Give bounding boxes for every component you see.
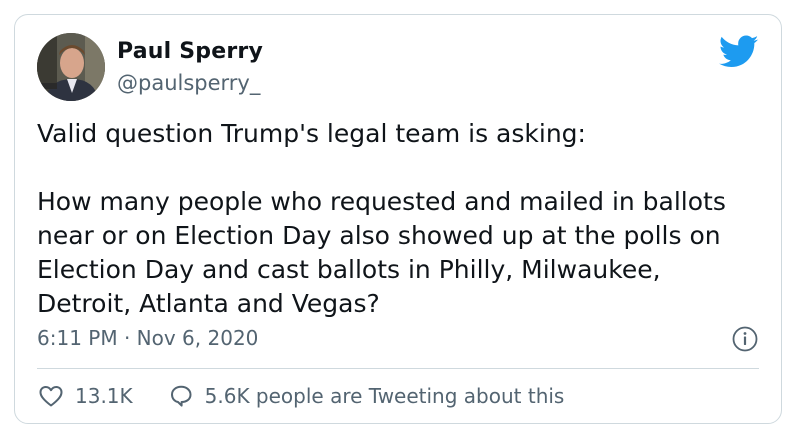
tweet-timestamp[interactable]: 6:11 PM · Nov 6, 2020 <box>37 326 258 350</box>
tweet-text: Valid question Trump's legal team is ask… <box>37 119 726 318</box>
like-count: 13.1K <box>75 384 133 408</box>
divider <box>37 368 759 369</box>
speech-bubble-icon <box>170 385 192 407</box>
action-bar: 13.1K 5.6K people are Tweeting about thi… <box>37 381 564 411</box>
like-button[interactable]: 13.1K <box>37 382 133 410</box>
conversation-label: 5.6K people are Tweeting about this <box>204 384 565 408</box>
info-icon[interactable] <box>731 325 759 353</box>
author-handle[interactable]: @paulsperry_ <box>117 71 260 95</box>
heart-icon <box>39 386 63 407</box>
conversation-link[interactable]: 5.6K people are Tweeting about this <box>167 382 565 410</box>
tweet-card: Paul Sperry @paulsperry_ Valid question … <box>14 14 782 424</box>
twitter-bird-icon[interactable] <box>719 35 759 69</box>
avatar[interactable] <box>37 33 105 101</box>
author-name[interactable]: Paul Sperry <box>117 39 263 64</box>
